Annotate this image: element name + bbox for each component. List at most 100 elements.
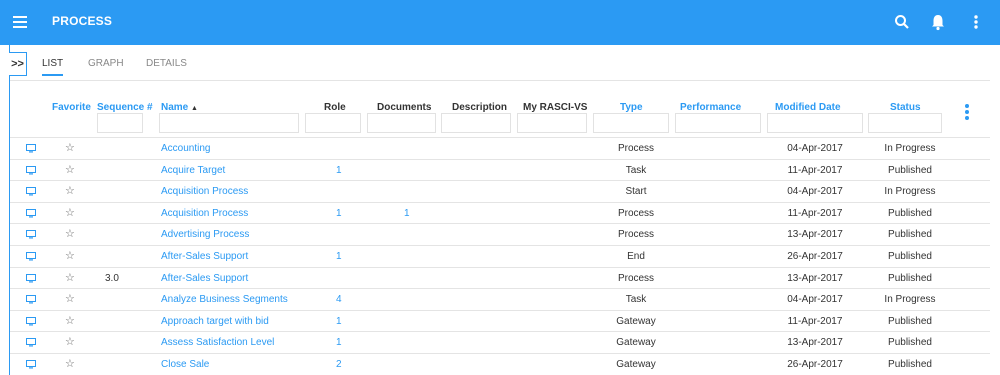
column-header-sequence[interactable]: Sequence # bbox=[97, 102, 153, 113]
column-header-role[interactable]: Role bbox=[324, 102, 346, 113]
column-header-performance[interactable]: Performance bbox=[680, 102, 741, 113]
star-outline-icon[interactable]: ☆ bbox=[65, 268, 75, 289]
name-link[interactable]: Approach target with bid bbox=[161, 311, 269, 332]
filter-role-input[interactable] bbox=[305, 113, 361, 133]
name-link[interactable]: After-Sales Support bbox=[161, 268, 248, 289]
status-cell: Published bbox=[888, 251, 932, 262]
bell-icon[interactable] bbox=[928, 12, 948, 32]
star-outline-icon[interactable]: ☆ bbox=[65, 311, 75, 332]
role-count-link[interactable]: 2 bbox=[336, 354, 342, 375]
role-count-link[interactable]: 1 bbox=[336, 160, 342, 181]
type-cell: End bbox=[627, 251, 645, 262]
monitor-icon[interactable] bbox=[26, 338, 36, 347]
type-cell: Start bbox=[625, 186, 647, 198]
table-row[interactable]: ☆ 3.0 After-Sales Support Process 13-Apr-201… bbox=[10, 266, 990, 289]
column-header-documents[interactable]: Documents bbox=[377, 102, 431, 113]
column-header-name[interactable]: Name ▲ bbox=[161, 102, 198, 113]
filter-sequence-input[interactable] bbox=[97, 113, 143, 133]
tab-details[interactable]: DETAILS bbox=[146, 52, 187, 76]
table-row[interactable]: ☆ Advertising Process Process 13-Apr-2017 Pu… bbox=[10, 223, 990, 245]
column-header-rasci[interactable]: My RASCI-VS bbox=[523, 102, 587, 113]
role-count-link[interactable]: 1 bbox=[336, 246, 342, 267]
table-row[interactable]: ☆ Acquisition Process Start 04-Apr-2017 In P… bbox=[10, 180, 990, 202]
table-row[interactable]: ☆ Assess Satisfaction Level 1 Gateway 13-Apr… bbox=[10, 331, 990, 353]
name-link[interactable]: Acquire Target bbox=[161, 160, 225, 181]
name-link[interactable]: Assess Satisfaction Level bbox=[161, 332, 274, 353]
monitor-icon[interactable] bbox=[26, 230, 36, 239]
monitor-icon[interactable] bbox=[26, 187, 36, 196]
status-cell: Published bbox=[888, 315, 932, 327]
monitor-icon[interactable] bbox=[26, 208, 36, 218]
filter-name-input[interactable] bbox=[159, 113, 299, 133]
type-cell: Gateway bbox=[616, 359, 656, 370]
tabs-divider bbox=[10, 80, 990, 81]
status-cell: Published bbox=[888, 337, 932, 349]
column-header-favorite[interactable]: Favorite bbox=[52, 102, 91, 113]
star-outline-icon[interactable]: ☆ bbox=[65, 224, 75, 245]
column-header-status[interactable]: Status bbox=[890, 102, 921, 113]
more-vert-icon[interactable] bbox=[966, 12, 986, 32]
status-cell: Published bbox=[888, 207, 932, 219]
table-row[interactable]: ☆ Analyze Business Segments 4 Task 04-Apr-20… bbox=[10, 288, 990, 310]
star-outline-icon[interactable]: ☆ bbox=[65, 354, 75, 375]
monitor-icon[interactable] bbox=[26, 360, 36, 369]
role-count-link[interactable]: 1 bbox=[336, 311, 342, 332]
table-row[interactable]: ☆ Approach target with bid 1 Gateway 11-Apr-… bbox=[10, 309, 990, 332]
monitor-icon[interactable] bbox=[26, 295, 36, 304]
table-row[interactable]: ☆ Acquisition Process 1 1 Process 11-Apr-2017… bbox=[10, 201, 990, 224]
type-cell: Task bbox=[625, 294, 647, 306]
column-header-modified-date[interactable]: Modified Date bbox=[775, 102, 841, 113]
monitor-icon[interactable] bbox=[26, 252, 36, 261]
status-cell: Published bbox=[888, 164, 932, 176]
search-icon[interactable] bbox=[892, 12, 912, 32]
type-cell: Task bbox=[625, 164, 647, 176]
column-header-name-label: Name bbox=[161, 102, 189, 113]
status-cell: Published bbox=[888, 359, 932, 370]
column-header-type[interactable]: Type bbox=[620, 102, 643, 113]
name-link[interactable]: Acquisition Process bbox=[161, 181, 248, 202]
expand-panel-button[interactable]: >> bbox=[9, 52, 27, 76]
monitor-icon[interactable] bbox=[26, 273, 36, 283]
filter-description-input[interactable] bbox=[441, 113, 511, 133]
table-row[interactable]: ☆ Acquire Target 1 Task 11-Apr-2017 Published bbox=[10, 158, 990, 181]
table-row[interactable]: ☆ After-Sales Support 1 End 26-Apr-2017 Publi… bbox=[10, 245, 990, 267]
table-row[interactable]: ☆ Accounting Process 04-Apr-2017 In Progress bbox=[10, 137, 990, 159]
filter-status-input[interactable] bbox=[868, 113, 942, 133]
tab-graph[interactable]: GRAPH bbox=[88, 52, 124, 76]
star-outline-icon[interactable]: ☆ bbox=[65, 138, 75, 159]
filter-rasci-input[interactable] bbox=[517, 113, 587, 133]
table-row[interactable]: ☆ Close Sale 2 Gateway 26-Apr-2017 Published bbox=[10, 353, 990, 375]
column-options-icon[interactable] bbox=[964, 102, 970, 122]
role-count-link[interactable]: 1 bbox=[336, 332, 342, 353]
menu-icon[interactable] bbox=[10, 13, 30, 31]
status-cell: In Progress bbox=[884, 143, 936, 154]
monitor-icon[interactable] bbox=[26, 144, 36, 153]
name-link[interactable]: Acquisition Process bbox=[161, 203, 248, 224]
role-count-link[interactable]: 4 bbox=[336, 289, 342, 310]
star-outline-icon[interactable]: ☆ bbox=[65, 289, 75, 310]
star-outline-icon[interactable]: ☆ bbox=[65, 203, 75, 224]
star-outline-icon[interactable]: ☆ bbox=[65, 160, 75, 181]
type-cell: Process bbox=[617, 272, 655, 284]
name-link[interactable]: Analyze Business Segments bbox=[161, 289, 288, 310]
role-count-link[interactable]: 1 bbox=[336, 203, 342, 224]
filter-performance-input[interactable] bbox=[675, 113, 761, 133]
tab-list[interactable]: LIST bbox=[42, 52, 64, 76]
star-outline-icon[interactable]: ☆ bbox=[65, 332, 75, 353]
name-link[interactable]: Advertising Process bbox=[161, 224, 249, 245]
documents-count-link[interactable]: 1 bbox=[404, 203, 410, 224]
type-cell: Process bbox=[617, 229, 655, 241]
star-outline-icon[interactable]: ☆ bbox=[65, 246, 75, 267]
modified-date-cell: 13-Apr-2017 bbox=[787, 337, 843, 349]
monitor-icon[interactable] bbox=[26, 165, 36, 175]
name-link[interactable]: Close Sale bbox=[161, 354, 209, 375]
column-header-description[interactable]: Description bbox=[452, 102, 507, 113]
filter-type-input[interactable] bbox=[593, 113, 669, 133]
star-outline-icon[interactable]: ☆ bbox=[65, 181, 75, 202]
name-link[interactable]: After-Sales Support bbox=[161, 246, 248, 267]
monitor-icon[interactable] bbox=[26, 316, 36, 326]
name-link[interactable]: Accounting bbox=[161, 138, 210, 159]
filter-modified-date-input[interactable] bbox=[767, 113, 863, 133]
status-cell: In Progress bbox=[884, 294, 936, 306]
filter-documents-input[interactable] bbox=[367, 113, 436, 133]
